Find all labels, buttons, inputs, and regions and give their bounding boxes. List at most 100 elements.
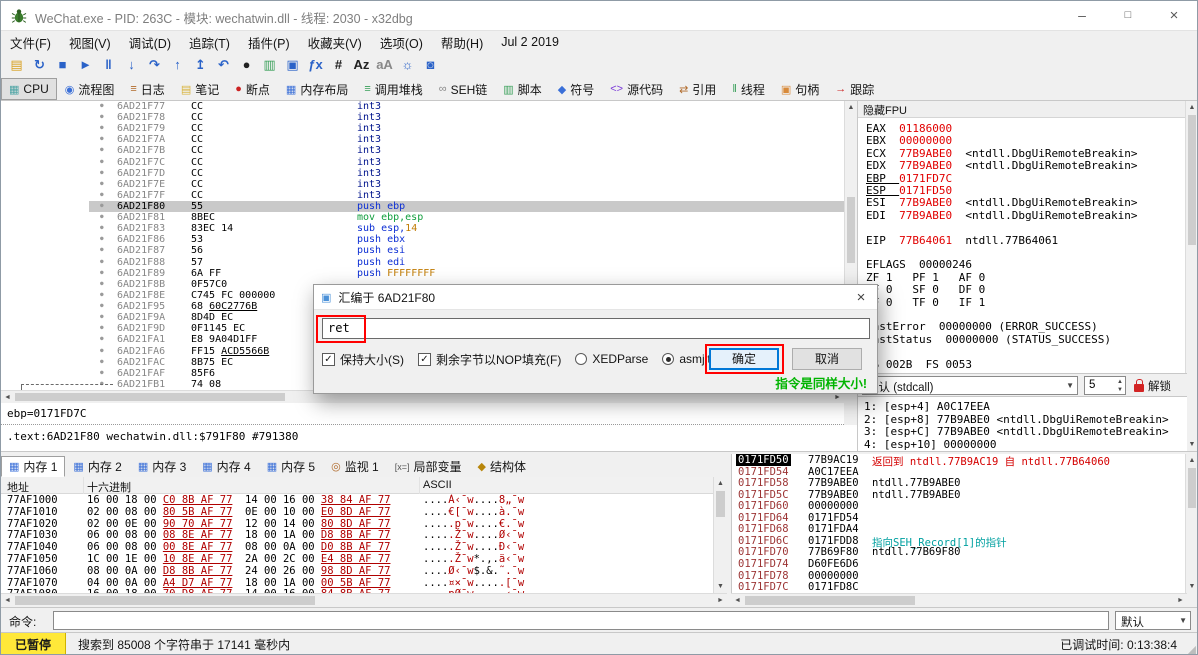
tab-句柄[interactable]: ▣句柄 [773, 78, 827, 100]
memory-row[interactable]: 77AF101002 00 08 00 80 5B AF 77 0E 00 10… [1, 506, 713, 518]
menu-item[interactable]: 文件(F) [1, 30, 60, 55]
breakpoint-dot[interactable]: ● [100, 202, 104, 209]
memory-hscrollbar[interactable]: ◄ ► [1, 593, 727, 607]
register-line[interactable]: EFLAGS 00000246 [866, 258, 972, 270]
breakpoint-dot[interactable]: ● [100, 269, 104, 276]
disasm-row[interactable]: ●6AD21F79CCint3 [1, 123, 844, 134]
register-line[interactable]: GS 002B FS 0053 [866, 358, 972, 370]
breakpoint-dot[interactable]: ● [100, 291, 104, 298]
tab-CPU[interactable]: ▦CPU [1, 78, 57, 100]
disasm-row[interactable]: ●6AD21F7DCCint3 [1, 168, 844, 179]
register-line[interactable]: ZF 1 PF 1 AF 0 [866, 271, 985, 283]
minimize-button[interactable]: – [1059, 1, 1105, 30]
disasm-row[interactable]: ●6AD21F7CCCint3 [1, 157, 844, 168]
memory-row[interactable]: 77AF103006 00 08 00 08 8E AF 77 18 00 1A… [1, 529, 713, 541]
close-button[interactable]: × [1151, 1, 1197, 30]
step-over-icon[interactable]: ↷ [143, 55, 166, 75]
stack-row[interactable]: 0171FD6C0171FDD8指向SEH_Record[1]的指针 [732, 535, 1187, 547]
breakpoint-dot[interactable]: ● [100, 113, 104, 120]
stack-row[interactable]: 0171FD7077B69F80ntdll.77B69F80 [732, 546, 1187, 558]
scroll-left-arrow[interactable]: ◄ [1, 391, 14, 403]
disasm-row[interactable]: ●6AD21F8653push ebx [1, 234, 844, 245]
scroll-up-arrow[interactable]: ▲ [1186, 101, 1198, 114]
tab-内存布局[interactable]: ▦内存布局 [278, 78, 356, 100]
breakpoint-dot[interactable]: ● [100, 180, 104, 187]
register-line[interactable]: EIP 77B64061 ntdll.77B64061 [866, 234, 1058, 246]
scroll-left-arrow[interactable]: ◄ [1, 594, 14, 607]
tab-线程[interactable]: ‖线程 [724, 78, 773, 100]
radio-asmjit[interactable]: asmjit [662, 352, 710, 366]
tab-结构体[interactable]: ◆结构体 [470, 456, 534, 477]
stack-row[interactable]: 0171FD7800000000 [732, 570, 1187, 582]
scroll-thumb[interactable] [1188, 468, 1196, 508]
restart-icon[interactable]: ↻ [28, 55, 51, 75]
open-file-icon[interactable]: ▤ [5, 55, 28, 75]
disasm-row[interactable]: ●6AD21F77CCint3 [1, 101, 844, 112]
stack-row[interactable]: 0171FD5077B9AC19返回到 ntdll.77B9AC19 自 ntd… [732, 454, 1187, 466]
spinner-arrows-icon[interactable]: ▲▼ [1117, 378, 1123, 394]
stack-row[interactable]: 0171FD7C0171FD8C [732, 581, 1187, 593]
tab-内存 5[interactable]: ▦内存 5 [259, 456, 323, 477]
scroll-thumb[interactable] [15, 596, 315, 605]
unlock-toggle[interactable]: 解锁 [1134, 378, 1171, 394]
menu-item[interactable]: 帮助(H) [432, 30, 492, 55]
calling-convention-combo[interactable]: 默认 (stdcall)▼ [862, 376, 1078, 395]
run-icon[interactable]: ► [74, 55, 97, 75]
step-into-icon[interactable]: ↓ [120, 55, 143, 75]
tab-断点[interactable]: ●断点 [227, 78, 278, 100]
scroll-up-arrow[interactable]: ▲ [714, 477, 727, 490]
arg-line[interactable]: 2: [esp+8] 77B9ABE0 <ntdll.DbgUiRemoteBr… [864, 413, 1169, 426]
tab-笔记[interactable]: ▤笔记 [173, 78, 227, 100]
case-icon[interactable]: aA [373, 55, 396, 75]
register-line[interactable]: ECX 77B9ABE0 <ntdll.DbgUiRemoteBreakin> [866, 147, 1138, 159]
radio-XEDParse[interactable]: XEDParse [575, 352, 648, 366]
disasm-row[interactable]: ●6AD21F7ECCint3 [1, 179, 844, 190]
register-line[interactable]: LastError 00000000 (ERROR_SUCCESS) [866, 320, 1098, 332]
checkbox-box[interactable]: ✓ [322, 353, 335, 366]
scroll-thumb[interactable] [1188, 115, 1196, 245]
resize-grip[interactable]: ◢ [1188, 643, 1196, 655]
breakpoint-dot[interactable]: ● [100, 258, 104, 265]
tab-内存 4[interactable]: ▦内存 4 [194, 456, 258, 477]
step-out-icon[interactable]: ↑ [166, 55, 189, 75]
scroll-down-arrow[interactable]: ▼ [714, 580, 727, 593]
stack-vscrollbar[interactable]: ▲ ▼ [1185, 454, 1198, 593]
scroll-thumb[interactable] [745, 596, 915, 605]
arg-line[interactable]: 3: [esp+C] 77B9ABE0 <ntdll.DbgUiRemoteBr… [864, 425, 1169, 438]
scroll-down-arrow[interactable]: ▼ [1186, 580, 1198, 593]
breakpoint-dot[interactable]: ● [100, 324, 104, 331]
pause-icon[interactable]: ‖ [97, 55, 120, 75]
stack-row[interactable]: 0171FD5C77B9ABE0ntdll.77B9ABE0 [732, 489, 1187, 501]
tab-源代码[interactable]: <>源代码 [602, 78, 671, 100]
memory-row[interactable]: 77AF100016 00 18 00 C0 8B AF 77 14 00 16… [1, 494, 713, 506]
stack-row[interactable]: 0171FD74D60FE6D6 [732, 558, 1187, 570]
memory-row[interactable]: 77AF104006 00 08 00 00 8E AF 77 08 00 0A… [1, 541, 713, 553]
tab-SEH链[interactable]: ∞SEH链 [431, 78, 496, 100]
menu-item[interactable]: 收藏夹(V) [299, 30, 371, 55]
disasm-row[interactable]: ●6AD21F7ACCint3 [1, 134, 844, 145]
breakpoint-dot[interactable]: ● [100, 224, 104, 231]
checkbox-box[interactable]: ✓ [418, 353, 431, 366]
scroll-up-arrow[interactable]: ▲ [1186, 454, 1198, 467]
breakpoint-dot[interactable]: ● [100, 335, 104, 342]
memory-dump-pane[interactable]: 77AF100016 00 18 00 C0 8B AF 77 14 00 16… [1, 494, 713, 593]
patches-icon[interactable]: # [327, 55, 350, 75]
disasm-row[interactable]: ●6AD21F818BECmov ebp,esp [1, 212, 844, 223]
tab-跟踪[interactable]: →跟踪 [827, 78, 882, 100]
tab-日志[interactable]: ≡日志 [122, 78, 172, 100]
scroll-thumb[interactable] [847, 197, 855, 263]
breakpoint-dot[interactable]: ● [100, 169, 104, 176]
disasm-row[interactable]: ●6AD21F7FCCint3 [1, 190, 844, 201]
scroll-right-arrow[interactable]: ► [1174, 594, 1187, 607]
tab-引用[interactable]: ⇄引用 [671, 78, 724, 100]
scroll-up-arrow[interactable]: ▲ [845, 101, 857, 114]
breakpoint-dot[interactable]: ● [100, 280, 104, 287]
stack-pane[interactable]: 0171FD5077B9AC19返回到 ntdll.77B9AC19 自 ntd… [731, 454, 1187, 593]
checkbox-保持大小(S)[interactable]: ✓保持大小(S) [322, 351, 404, 368]
tab-符号[interactable]: ◆符号 [550, 78, 602, 100]
stack-row[interactable]: 0171FD5877B9ABE0ntdll.77B9ABE0 [732, 477, 1187, 489]
windows-icon[interactable]: ▣ [281, 55, 304, 75]
breakpoint-dot[interactable]: ● [100, 302, 104, 309]
memory-row[interactable]: 77AF102002 00 0E 00 90 70 AF 77 12 00 14… [1, 518, 713, 530]
stack-row[interactable]: 0171FD640171FD54 [732, 512, 1187, 524]
